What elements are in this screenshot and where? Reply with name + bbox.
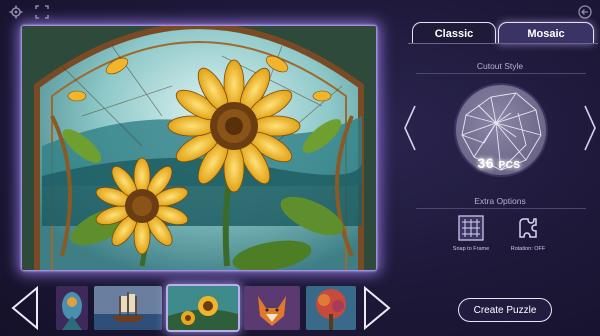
thumbnail-prev-icon[interactable] bbox=[10, 285, 40, 331]
fullscreen-icon[interactable] bbox=[34, 5, 50, 21]
gear-icon[interactable] bbox=[8, 5, 24, 21]
thumbnail-ship[interactable] bbox=[94, 286, 162, 330]
chevron-left-icon[interactable] bbox=[402, 104, 418, 152]
extra-options-label: Extra Options bbox=[474, 196, 526, 206]
chevron-right-icon[interactable] bbox=[582, 104, 598, 152]
thumbnail-fox[interactable] bbox=[244, 286, 300, 330]
piece-count-value: 36 bbox=[477, 155, 495, 171]
cutout-style-label: Cutout Style bbox=[476, 61, 524, 71]
cutout-divider bbox=[416, 73, 586, 74]
extra-options-divider bbox=[416, 208, 586, 209]
thumbnail-tree[interactable] bbox=[306, 286, 356, 330]
snap-to-frame-label: Snap to Frame bbox=[452, 246, 490, 252]
rotation-icon[interactable] bbox=[515, 215, 541, 241]
puzzle-preview-image bbox=[22, 26, 376, 270]
piece-count-label: 36 PCS bbox=[468, 155, 530, 171]
rotation-label: Rotation: OFF bbox=[510, 246, 546, 252]
grid-icon[interactable] bbox=[458, 215, 484, 241]
tabs-divider bbox=[408, 43, 598, 44]
create-puzzle-button[interactable]: Create Puzzle bbox=[458, 298, 552, 322]
thumbnail-dragon[interactable] bbox=[56, 286, 88, 330]
tab-mosaic[interactable]: Mosaic bbox=[498, 22, 594, 44]
piece-count-unit: PCS bbox=[498, 160, 521, 171]
thumbnail-next-icon[interactable] bbox=[362, 285, 392, 331]
back-arrow-icon[interactable] bbox=[577, 5, 593, 21]
thumbnail-sunflowers[interactable] bbox=[168, 286, 238, 330]
tab-classic[interactable]: Classic bbox=[412, 22, 496, 44]
